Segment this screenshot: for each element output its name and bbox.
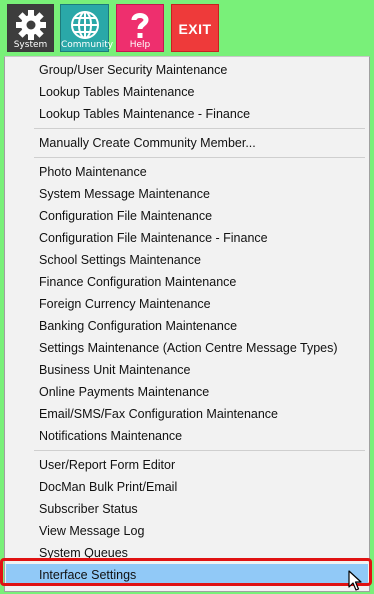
help-label: Help xyxy=(129,40,151,50)
question-icon xyxy=(131,13,149,38)
menu-item-settings-maintenance[interactable]: Settings Maintenance (Action Centre Mess… xyxy=(6,337,368,359)
menu-item-manually-create-member[interactable]: Manually Create Community Member... xyxy=(6,132,368,154)
menu-item-lookup-tables[interactable]: Lookup Tables Maintenance xyxy=(6,81,368,103)
menu-item-report-form-editor[interactable]: User/Report Form Editor xyxy=(6,454,368,476)
menu-item-group-user-security[interactable]: Group/User Security Maintenance xyxy=(6,59,368,81)
system-dropdown-menu: Group/User Security Maintenance Lookup T… xyxy=(4,56,370,592)
menu-item-email-sms-fax[interactable]: Email/SMS/Fax Configuration Maintenance xyxy=(6,403,368,425)
menu-item-photo-maintenance[interactable]: Photo Maintenance xyxy=(6,161,368,183)
help-button[interactable]: Help xyxy=(116,4,164,52)
menu-item-docman-bulk-print[interactable]: DocMan Bulk Print/Email xyxy=(6,476,368,498)
menu-item-notifications[interactable]: Notifications Maintenance xyxy=(6,425,368,447)
mouse-cursor-icon xyxy=(348,570,362,591)
menu-item-configuration-file-finance[interactable]: Configuration File Maintenance - Finance xyxy=(6,227,368,249)
toolbar: System Community Help EXIT xyxy=(0,0,374,56)
exit-label: EXIT xyxy=(178,21,212,37)
gear-icon xyxy=(15,10,46,40)
menu-item-school-settings[interactable]: School Settings Maintenance xyxy=(6,249,368,271)
menu-item-system-message[interactable]: System Message Maintenance xyxy=(6,183,368,205)
menu-item-subscriber-status[interactable]: Subscriber Status xyxy=(6,498,368,520)
menu-separator xyxy=(34,128,365,129)
exit-button[interactable]: EXIT xyxy=(171,4,219,52)
menu-item-banking-configuration[interactable]: Banking Configuration Maintenance xyxy=(6,315,368,337)
menu-separator xyxy=(34,450,365,451)
globe-icon xyxy=(70,11,99,39)
menu-item-lookup-tables-finance[interactable]: Lookup Tables Maintenance - Finance xyxy=(6,103,368,125)
community-label: Community xyxy=(61,40,114,50)
system-label: System xyxy=(13,40,48,50)
menu-item-online-payments[interactable]: Online Payments Maintenance xyxy=(6,381,368,403)
menu-item-view-message-log[interactable]: View Message Log xyxy=(6,520,368,542)
menu-item-configuration-file[interactable]: Configuration File Maintenance xyxy=(6,205,368,227)
menu-separator xyxy=(34,157,365,158)
highlight-frame xyxy=(0,558,372,586)
system-button[interactable]: System xyxy=(7,4,54,52)
community-button[interactable]: Community xyxy=(60,4,114,52)
menu-item-foreign-currency[interactable]: Foreign Currency Maintenance xyxy=(6,293,368,315)
menu-item-business-unit[interactable]: Business Unit Maintenance xyxy=(6,359,368,381)
menu-item-finance-configuration[interactable]: Finance Configuration Maintenance xyxy=(6,271,368,293)
